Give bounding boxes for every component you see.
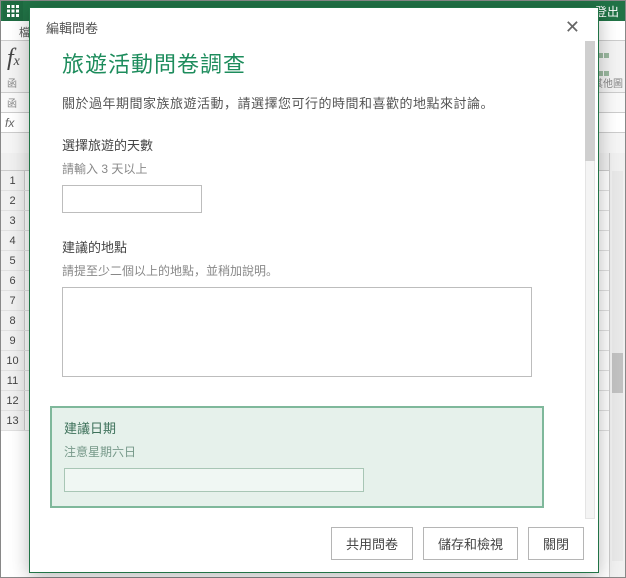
question-location-textarea[interactable]: [62, 287, 532, 377]
row-header[interactable]: 11: [1, 371, 25, 390]
question-location-hint: 請提至少二個以上的地點，並稍加說明。: [62, 262, 560, 279]
row-header[interactable]: 8: [1, 311, 25, 330]
fx-label-icon: fx: [5, 116, 14, 130]
question-days-label: 選擇旅遊的天數: [62, 135, 560, 154]
question-days-hint: 請輸入 3 天以上: [62, 160, 560, 177]
row-header[interactable]: 2: [1, 191, 25, 210]
row-header[interactable]: 3: [1, 211, 25, 230]
row-header[interactable]: 10: [1, 351, 25, 370]
row-header[interactable]: 5: [1, 251, 25, 270]
row-header[interactable]: 4: [1, 231, 25, 250]
ribbon-group-label-fn: 函: [7, 75, 17, 90]
question-date-selected[interactable]: 建議日期 注意星期六日: [50, 406, 544, 508]
row-header[interactable]: 13: [1, 411, 25, 430]
question-date-hint: 注意星期六日: [64, 443, 530, 460]
row-header[interactable]: 6: [1, 271, 25, 290]
close-button[interactable]: 關閉: [528, 527, 584, 560]
save-and-view-button[interactable]: 儲存和檢視: [423, 527, 518, 560]
app-launcher-icon[interactable]: [3, 1, 23, 21]
row-header[interactable]: 1: [1, 171, 25, 190]
share-survey-button[interactable]: 共用問卷: [331, 527, 413, 560]
question-days-input[interactable]: [62, 185, 202, 213]
question-days[interactable]: 選擇旅遊的天數 請輸入 3 天以上: [62, 135, 560, 213]
question-location[interactable]: 建議的地點 請提至少二個以上的地點，並稍加說明。: [62, 237, 560, 382]
dialog-scrollbar-thumb[interactable]: [585, 41, 595, 161]
survey-description[interactable]: 關於過年期間家族旅遊活動，請選擇您可行的時間和喜歡的地點來討論。: [62, 93, 560, 115]
dialog-title: 編輯問卷: [46, 18, 98, 37]
scrollbar-thumb[interactable]: [612, 353, 623, 393]
dialog-body: 旅遊活動問卷調查 關於過年期間家族旅遊活動，請選擇您可行的時間和喜歡的地點來討論…: [30, 41, 580, 519]
survey-title[interactable]: 旅遊活動問卷調查: [62, 47, 560, 79]
fx-icon: fx: [7, 45, 20, 72]
close-icon[interactable]: ✕: [561, 18, 584, 36]
dialog-scrollbar[interactable]: [585, 41, 595, 519]
question-date-input[interactable]: [64, 468, 364, 492]
row-header[interactable]: 7: [1, 291, 25, 310]
name-box-partial: 函: [7, 95, 17, 110]
question-date-label: 建議日期: [64, 418, 530, 437]
dialog-footer: 共用問卷 儲存和檢視 關閉: [30, 519, 598, 572]
row-header[interactable]: 12: [1, 391, 25, 410]
edit-survey-dialog: 編輯問卷 ✕ 旅遊活動問卷調查 關於過年期間家族旅遊活動，請選擇您可行的時間和喜…: [29, 7, 599, 573]
row-header[interactable]: 9: [1, 331, 25, 350]
dialog-header: 編輯問卷 ✕: [30, 8, 598, 41]
question-location-label: 建議的地點: [62, 237, 560, 256]
vertical-scrollbar[interactable]: [609, 153, 625, 577]
